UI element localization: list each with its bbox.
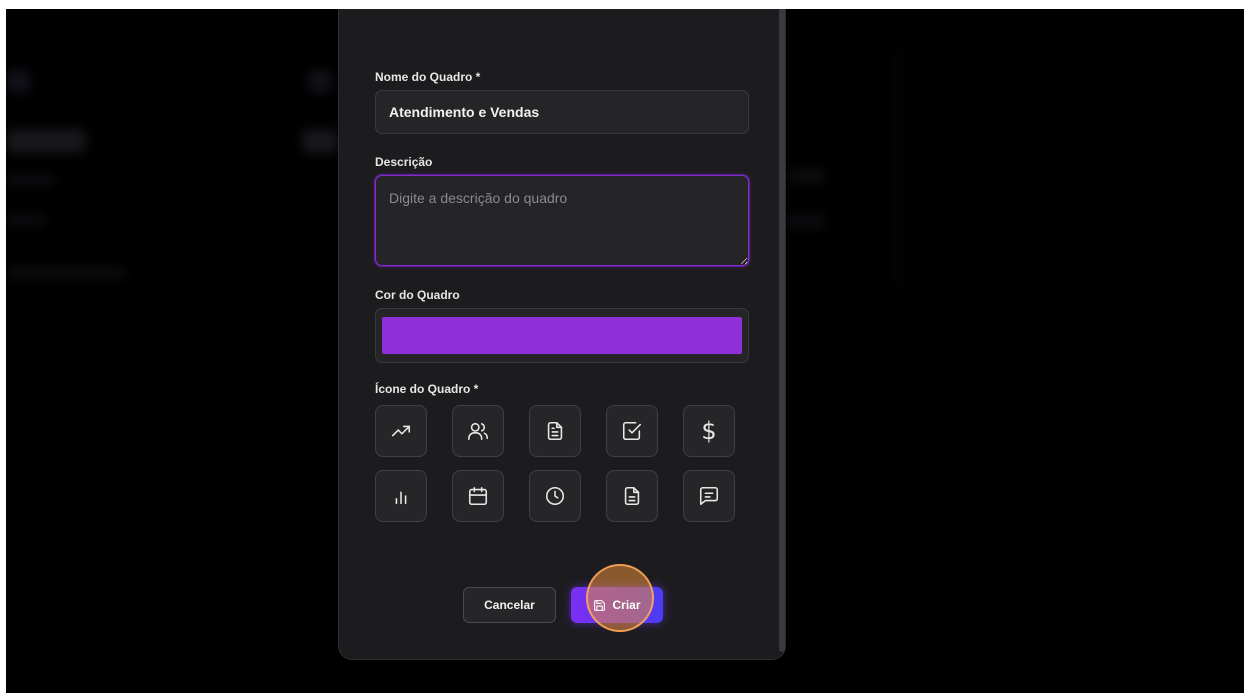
icon-option-bar-chart[interactable]	[375, 470, 427, 522]
background-icon	[6, 69, 30, 93]
trending-up-icon	[391, 425, 411, 437]
board-name-label: Nome do Quadro *	[375, 70, 481, 84]
description-textarea[interactable]	[375, 175, 749, 266]
dollar-sign-icon: $	[701, 417, 717, 445]
create-button-label: Criar	[612, 598, 641, 612]
check-square-icon	[622, 421, 642, 441]
background-text	[786, 169, 826, 183]
color-swatch[interactable]	[382, 317, 742, 354]
users-icon	[468, 422, 488, 441]
background-text	[6, 214, 46, 226]
background-heading	[302, 129, 338, 153]
file-icon	[624, 486, 640, 506]
file-text-icon	[547, 421, 563, 441]
icon-option-check-square[interactable]	[606, 405, 658, 457]
board-color-label: Cor do Quadro	[375, 288, 460, 302]
background-heading	[6, 129, 86, 153]
message-square-icon	[699, 486, 719, 506]
background-text	[786, 214, 826, 228]
board-name-input[interactable]	[375, 90, 749, 134]
board-color-picker[interactable]	[375, 308, 749, 363]
clock-icon	[545, 486, 565, 506]
icon-option-file-text[interactable]	[529, 405, 581, 457]
bar-chart-icon	[395, 491, 407, 505]
board-icon-label: Ícone do Quadro *	[375, 382, 479, 396]
description-label: Descrição	[375, 155, 433, 169]
create-button[interactable]: Criar	[571, 587, 663, 623]
icon-option-calendar[interactable]	[452, 470, 504, 522]
background-icon	[308, 69, 332, 93]
create-board-modal: Nome do Quadro * Descrição Cor do Quadro…	[338, 9, 786, 660]
background-text	[6, 267, 126, 279]
icon-option-trending-up[interactable]	[375, 405, 427, 457]
background-text	[6, 174, 56, 186]
icon-option-users[interactable]	[452, 405, 504, 457]
icon-option-clock[interactable]	[529, 470, 581, 522]
save-icon	[594, 599, 606, 611]
modal-scrollbar[interactable]	[779, 9, 785, 652]
cancel-button[interactable]: Cancelar	[463, 587, 556, 623]
icon-option-file[interactable]	[606, 470, 658, 522]
calendar-icon	[468, 486, 488, 506]
icon-option-message-square[interactable]	[683, 470, 735, 522]
icon-option-dollar-sign[interactable]: $	[683, 405, 735, 457]
background-divider	[896, 49, 898, 289]
